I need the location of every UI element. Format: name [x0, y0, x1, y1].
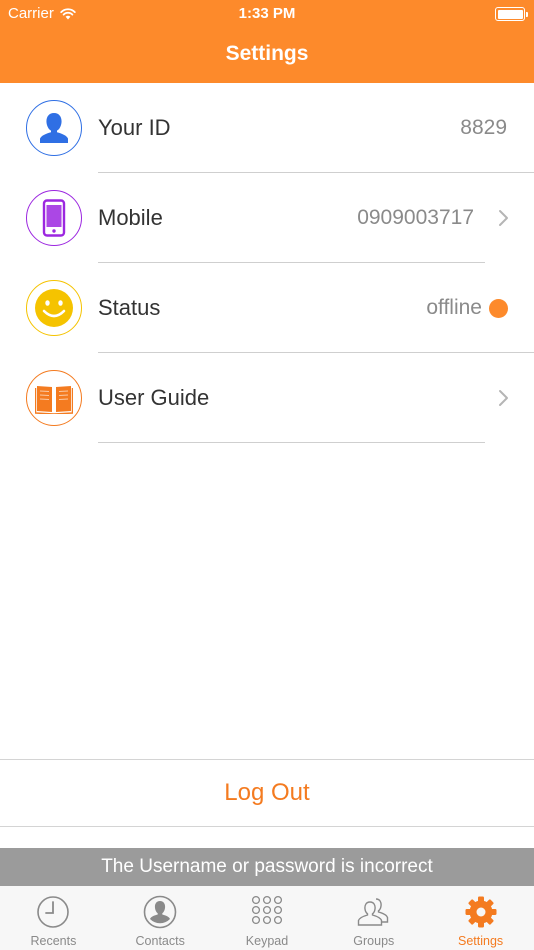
book-icon: [26, 370, 82, 426]
status-label: Status: [98, 295, 161, 320]
mobile-label: Mobile: [98, 205, 163, 230]
smiley-icon: [26, 280, 82, 336]
settings-row-status[interactable]: Status offline: [0, 263, 534, 353]
status-time: 1:33 PM: [238, 5, 296, 22]
settings-row-your-id: Your ID 8829: [0, 83, 534, 173]
status-dot-icon: [489, 299, 508, 318]
your-id-label: Your ID: [98, 115, 171, 140]
person-icon: [26, 100, 82, 156]
keypad-icon: [251, 895, 283, 925]
tab-bar: Recents Contacts Keypad Groups Settings: [0, 886, 534, 950]
clock-icon: [37, 896, 70, 928]
page-title: Settings: [225, 42, 309, 65]
status-bar: Carrier 1:33 PM: [0, 0, 534, 28]
tab-contacts[interactable]: Contacts: [107, 886, 214, 950]
divider: [0, 826, 534, 827]
settings-row-mobile[interactable]: Mobile 0909003717: [0, 173, 534, 263]
tab-groups[interactable]: Groups: [320, 886, 427, 950]
groups-icon: [357, 898, 388, 926]
tab-keypad[interactable]: Keypad: [214, 886, 321, 950]
error-banner: The Username or password is incorrect: [0, 848, 534, 886]
chevron-right-icon: [499, 210, 508, 226]
phone-icon: [26, 190, 82, 246]
contact-icon: [143, 895, 177, 929]
tab-label: Contacts: [135, 934, 185, 948]
tab-settings[interactable]: Settings: [427, 886, 534, 950]
status-value: offline: [426, 296, 482, 319]
tab-label: Keypad: [245, 934, 289, 948]
navigation-header: Carrier 1:33 PM Settings: [0, 0, 534, 83]
tab-label: Recents: [30, 934, 77, 948]
logout-button[interactable]: Log Out: [0, 760, 534, 826]
divider: [98, 442, 485, 443]
your-id-value: 8829: [460, 116, 507, 139]
battery-icon: [495, 7, 528, 21]
mobile-value: 0909003717: [357, 206, 474, 229]
chevron-right-icon: [499, 390, 508, 406]
tab-label: Settings: [458, 934, 504, 948]
tab-label: Groups: [353, 934, 395, 948]
settings-row-user-guide[interactable]: User Guide: [0, 353, 534, 443]
gear-icon: [465, 896, 497, 928]
user-guide-label: User Guide: [98, 385, 210, 410]
tab-recents[interactable]: Recents: [0, 886, 107, 950]
